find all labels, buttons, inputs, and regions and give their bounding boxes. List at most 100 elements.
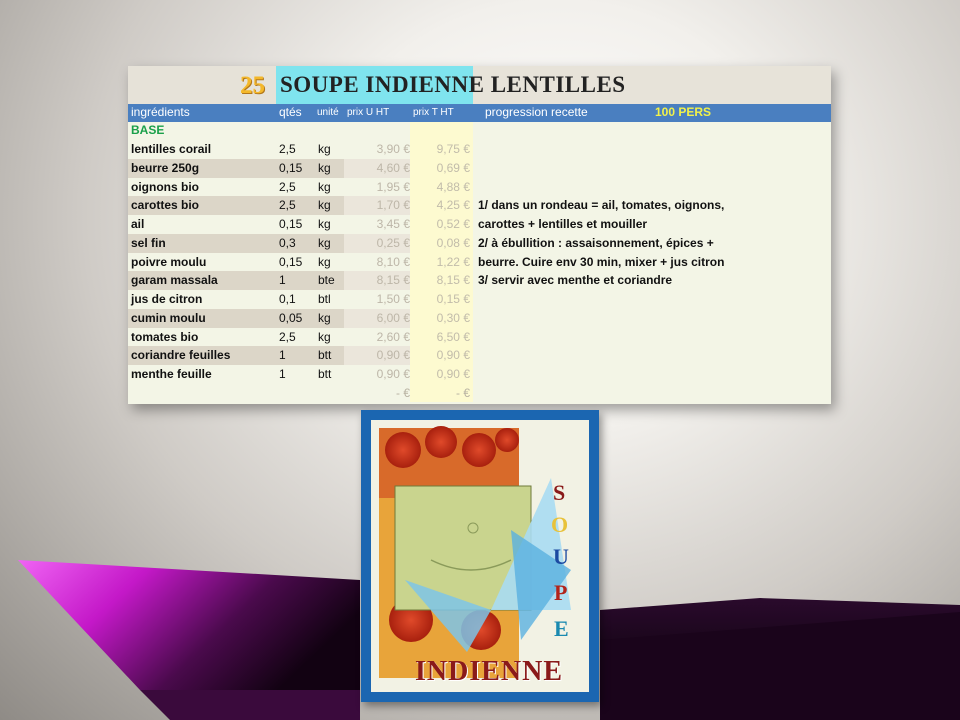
ingredient-name: garam massala	[131, 273, 218, 288]
recipe-number: 25	[240, 72, 265, 99]
row-band	[128, 215, 344, 234]
ingredient-unit-price: 1,50 €	[376, 292, 410, 306]
ingredient-total-price: 0,30 €	[436, 310, 470, 325]
ingredient-total-price: 8,15 €	[436, 273, 470, 288]
title-row: 25 SOUPE INDIENNE LENTILLES	[128, 66, 831, 104]
ingredient-qty: 0,1	[279, 292, 296, 306]
ingredient-name: coriandre feuilles	[131, 348, 231, 363]
ingredient-total-price-cell: 0,15 €	[410, 290, 473, 309]
ingredient-row: beurre 250g 0,15 kg 4,60 € 0,69 €	[128, 158, 831, 178]
total-unit-price: - €	[395, 386, 410, 400]
ingredient-row: menthe feuille 1 btt 0,90 € 0,90 €	[128, 365, 831, 384]
ingredient-name: lentilles corail	[131, 142, 212, 156]
ingredient-row: cumin moulu 0,05 kg 6,00 € 0,30 €	[128, 308, 831, 328]
ingredient-qty: 0,3	[279, 235, 296, 250]
ingredient-row: tomates bio 2,5 kg 2,60 € 6,50 €	[128, 327, 831, 347]
header-total-price: prix T HT	[413, 107, 454, 118]
ingredient-qty: 1	[279, 367, 286, 381]
ingredient-qty: 0,15	[279, 254, 303, 269]
ingredient-qty: 1	[279, 348, 286, 363]
ingredient-name: jus de citron	[131, 292, 203, 306]
ingredient-total-price-cell: 0,30 €	[410, 308, 473, 328]
recipe-sheet: 25 SOUPE INDIENNE LENTILLES ingrédients …	[128, 66, 831, 404]
header-servings: 100 PERS	[655, 105, 712, 119]
progression-line: 1/ dans un rondeau = ail, tomates, oigno…	[478, 198, 725, 213]
ingredient-qty: 2,5	[279, 179, 296, 194]
ingredient-qty: 1	[279, 273, 286, 288]
ingredient-total-price: 0,08 €	[436, 235, 470, 250]
ingredient-name: tomates bio	[131, 329, 199, 344]
ingredient-total-price: 1,22 €	[436, 254, 470, 269]
soupe-indienne-poster: S O U P E INDIENNE	[361, 410, 599, 702]
header-ingredients: ingrédients	[131, 105, 190, 119]
poster-letter-s: S	[553, 480, 566, 505]
ingredient-unit: kg	[318, 235, 331, 250]
ingredient-name: carottes bio	[131, 198, 200, 213]
ingredient-unit-price: 1,95 €	[376, 179, 410, 194]
ingredient-unit-price: 0,25 €	[376, 235, 410, 250]
header-progression: progression recette	[485, 105, 588, 119]
ingredient-name: sel fin	[131, 235, 166, 250]
ingredient-qty: 2,5	[279, 198, 296, 213]
ingredient-total-price-cell: 0,90 €	[410, 365, 473, 384]
progression-line: 3/ servir avec menthe et coriandre	[478, 273, 673, 288]
progression-line: carottes + lentilles et mouiller	[478, 217, 648, 231]
ingredient-total-price: 4,25 €	[436, 198, 470, 213]
ingredient-total-price: 0,52 €	[436, 217, 470, 231]
header-unit: unité	[317, 107, 339, 118]
ingredient-unit: kg	[318, 142, 331, 156]
ingredient-total-price-cell: 9,75 €	[410, 140, 473, 159]
ingredient-total-price-cell: 8,15 €	[410, 271, 473, 290]
ingredient-unit-price: 0,90 €	[376, 367, 410, 381]
ingredient-total-price: 0,90 €	[436, 348, 470, 363]
progression-line: beurre. Cuire env 30 min, mixer + jus ci…	[478, 254, 725, 269]
ingredient-unit-price: 0,90 €	[376, 348, 410, 363]
ingredient-unit-price: 3,90 €	[376, 142, 410, 156]
ingredient-row: coriandre feuilles 1 btt 0,90 € 0,90 €	[128, 346, 831, 365]
total-price-cell: - €	[410, 384, 473, 402]
ingredient-qty: 2,5	[279, 329, 296, 344]
ingredient-total-price: 0,90 €	[436, 367, 470, 381]
ingredient-unit: kg	[318, 198, 331, 213]
ingredient-unit-price: 4,60 €	[376, 160, 410, 175]
ingredient-qty: 0,15	[279, 160, 303, 175]
total-price-column-band	[410, 122, 473, 140]
ingredient-unit-price: 8,10 €	[376, 254, 410, 269]
total-price: - €	[455, 386, 470, 400]
ingredient-unit: btt	[318, 367, 332, 381]
ingredient-total-price: 6,50 €	[436, 329, 470, 344]
ingredient-name: poivre moulu	[131, 254, 207, 269]
ingredient-name: menthe feuille	[131, 367, 212, 381]
column-header-row: ingrédients qtés unité prix U HT prix T …	[128, 104, 831, 122]
totals-row: - € - €	[128, 384, 831, 402]
ingredient-name: beurre 250g	[131, 160, 200, 175]
ingredient-unit: kg	[318, 310, 331, 325]
ingredient-qty: 0,15	[279, 217, 303, 231]
section-label: BASE	[131, 123, 165, 137]
poster-letter-u: U	[553, 544, 569, 569]
header-unit-price: prix U HT	[347, 107, 390, 118]
ingredient-unit-price: 6,00 €	[376, 310, 410, 325]
ingredient-total-price-cell: 6,50 €	[410, 327, 473, 347]
ingredient-unit: btt	[318, 348, 332, 363]
ingredient-total-price-cell: 4,25 €	[410, 196, 473, 215]
ingredient-unit: btl	[318, 292, 331, 306]
ingredient-unit: kg	[318, 179, 331, 194]
ingredient-name: cumin moulu	[131, 310, 206, 325]
ingredient-total-price-cell: 0,69 €	[410, 158, 473, 178]
ingredient-unit: kg	[318, 160, 331, 175]
recipe-title: SOUPE INDIENNE LENTILLES	[280, 72, 626, 97]
ingredient-qty: 2,5	[279, 142, 296, 156]
poster-artwork: S O U P E INDIENNE	[371, 420, 589, 692]
ingredient-row: lentilles corail 2,5 kg 3,90 € 9,75 €	[128, 140, 831, 159]
ingredient-unit: bte	[318, 273, 335, 288]
ingredient-name: oignons bio	[131, 179, 199, 194]
poster-word: INDIENNE	[415, 656, 564, 687]
ingredient-unit-price: 1,70 €	[376, 198, 410, 213]
ingredient-total-price-cell: 0,08 €	[410, 233, 473, 253]
ingredient-unit: kg	[318, 217, 331, 231]
ingredient-total-price: 0,15 €	[436, 292, 470, 306]
ingredient-total-price: 9,75 €	[436, 142, 470, 156]
section-row: BASE	[128, 122, 831, 140]
poster-letter-e: E	[554, 616, 569, 641]
